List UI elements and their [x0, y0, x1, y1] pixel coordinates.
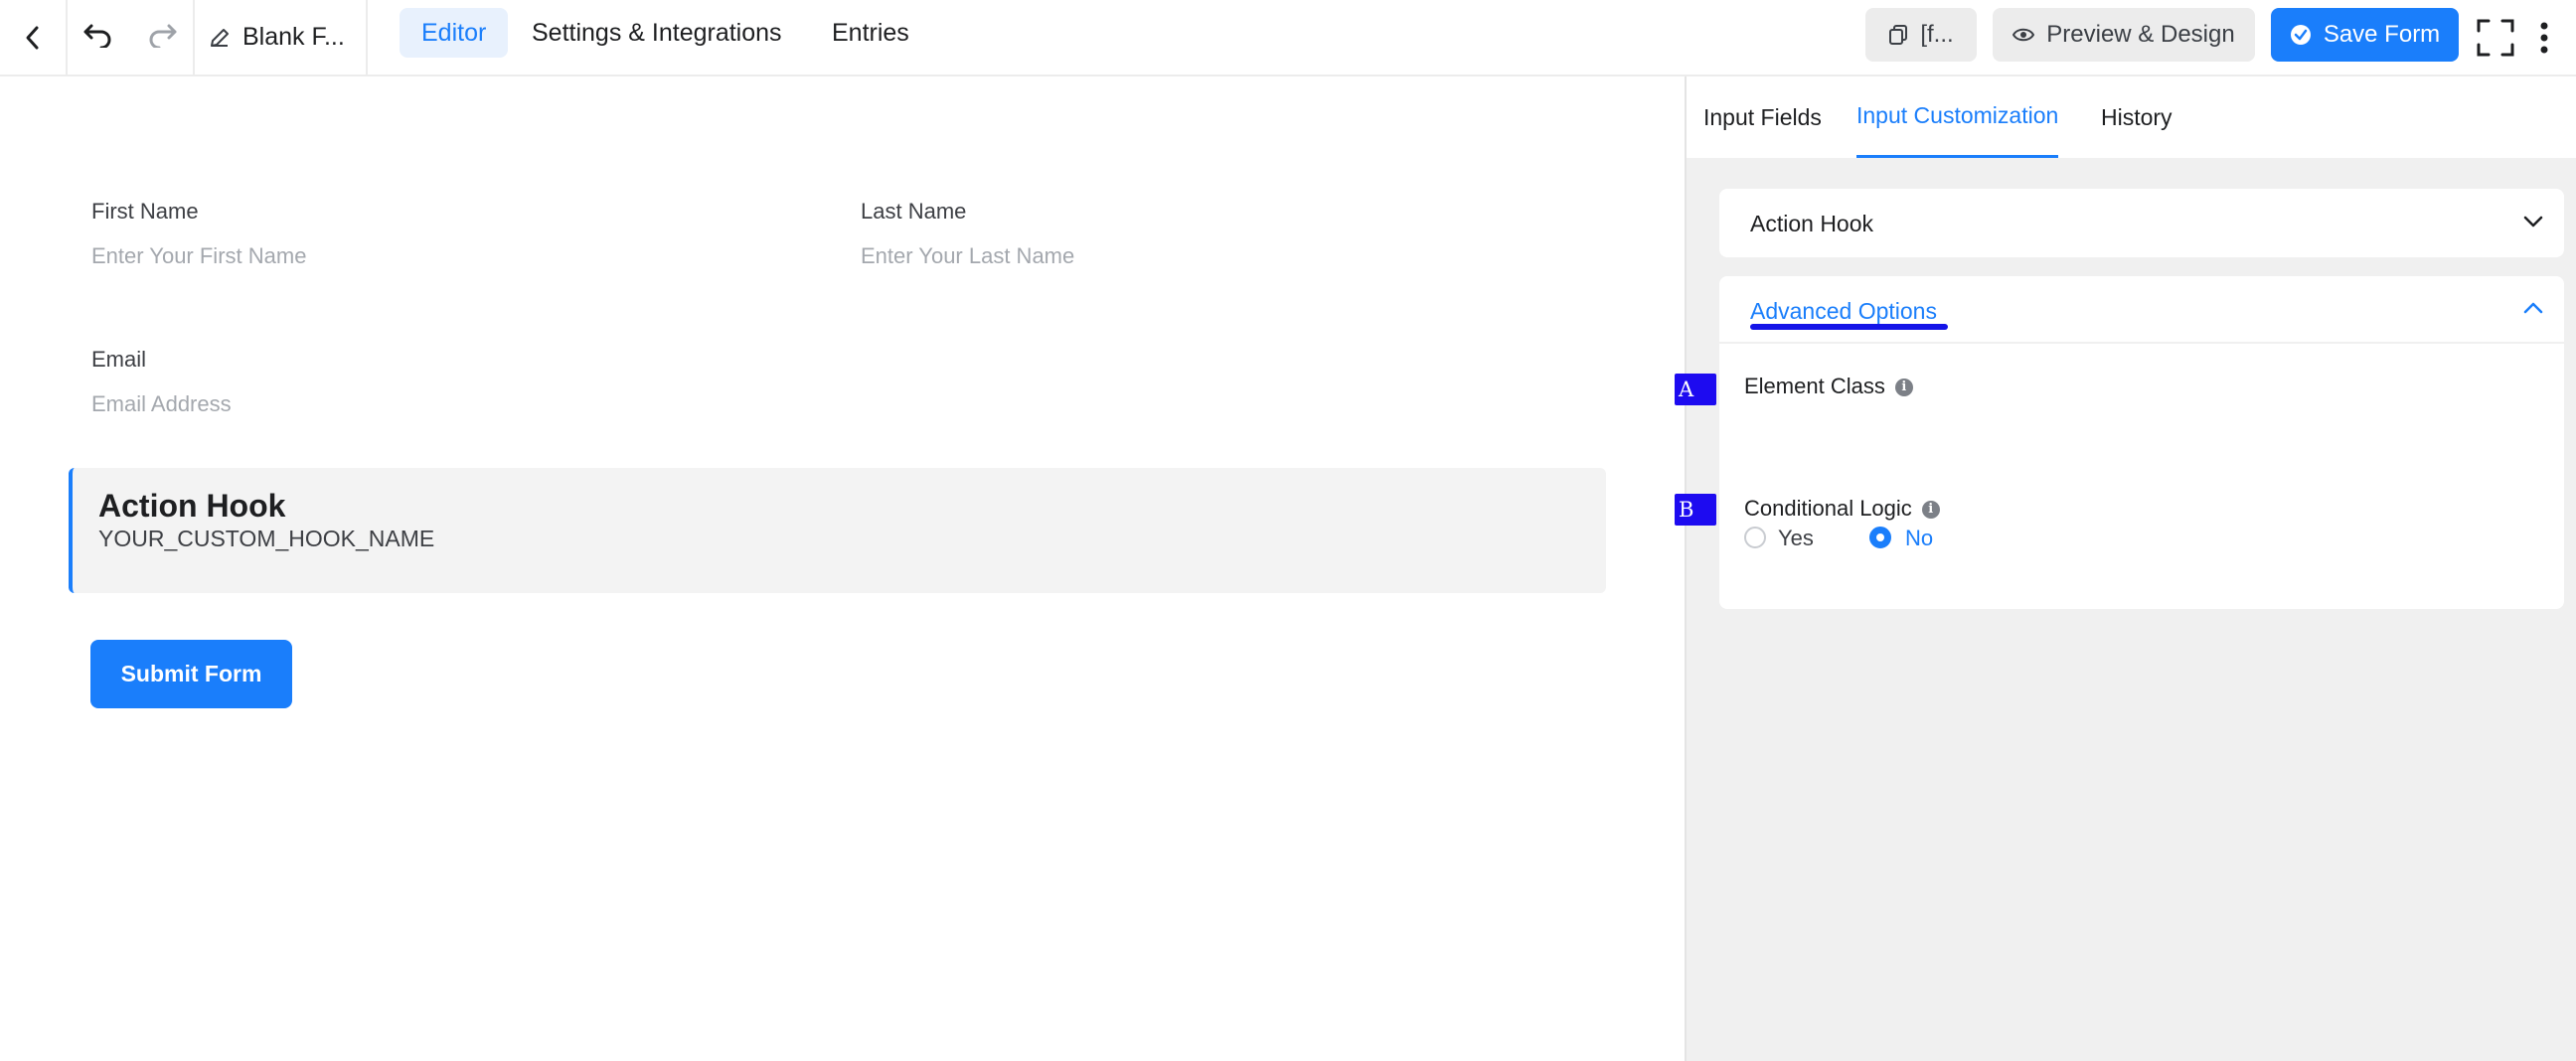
submit-form-button[interactable]: Submit Form [90, 640, 292, 708]
more-options-button[interactable] [2532, 0, 2556, 75]
preview-design-button[interactable]: Preview & Design [1993, 8, 2255, 62]
action-hook-title: Action Hook [98, 488, 286, 524]
highlight-underline [1750, 324, 1948, 330]
save-form-label: Save Form [2323, 21, 2441, 48]
action-hook-section-title: Action Hook [1750, 211, 1874, 236]
radio-yes[interactable] [1744, 527, 1766, 548]
redo-button[interactable] [148, 22, 178, 53]
element-class-row: Element Class i [1744, 374, 1913, 399]
fullscreen-button[interactable] [2473, 0, 2518, 75]
info-icon[interactable]: i [1894, 379, 1913, 397]
conditional-logic-label: Conditional Logic [1744, 496, 1912, 521]
action-hook-name: YOUR_CUSTOM_HOOK_NAME [98, 526, 435, 551]
tab-settings-integrations[interactable]: Settings & Integrations [510, 8, 804, 58]
save-form-button[interactable]: Save Form [2271, 8, 2459, 62]
panel-tabs: Input Fields Input Customization History [1687, 76, 2576, 158]
chevron-left-icon [26, 26, 39, 49]
action-hook-field[interactable]: Action Hook YOUR_CUSTOM_HOOK_NAME [69, 468, 1606, 593]
shortcode-button[interactable]: [f... [1865, 8, 1977, 62]
email-input[interactable]: Email Address [91, 391, 232, 417]
element-class-label: Element Class [1744, 374, 1885, 398]
advanced-options-title: Advanced Options [1750, 298, 1937, 324]
pencil-icon [211, 28, 229, 47]
info-icon[interactable]: i [1921, 501, 1940, 520]
undo-icon [83, 24, 111, 50]
redo-icon [149, 24, 177, 50]
undo-redo-group [68, 0, 193, 75]
tab-input-customization[interactable]: Input Customization [1856, 76, 2059, 158]
check-circle-icon [2290, 25, 2311, 45]
radio-no-label[interactable]: No [1905, 526, 1933, 551]
advanced-options-header[interactable]: Advanced Options [1719, 276, 2564, 344]
tab-input-fields[interactable]: Input Fields [1703, 76, 1822, 158]
email-label: Email [91, 347, 147, 372]
eye-icon [2012, 28, 2035, 42]
annotation-marker-a: A [1675, 374, 1716, 405]
tab-history[interactable]: History [2101, 76, 2173, 158]
tab-editor[interactable]: Editor [400, 8, 509, 58]
last-name-input[interactable]: Enter Your Last Name [861, 243, 1074, 269]
action-hook-section[interactable]: Action Hook [1719, 189, 2564, 257]
first-name-label: First Name [91, 199, 199, 224]
preview-design-label: Preview & Design [2046, 21, 2235, 48]
copy-icon [1889, 25, 1908, 45]
undo-button[interactable] [82, 22, 112, 53]
shortcode-label: [f... [1920, 21, 1954, 48]
chevron-up-icon [2523, 302, 2543, 314]
settings-panel: Input Fields Input Customization History… [1685, 76, 2576, 1061]
more-vertical-icon [2540, 22, 2548, 53]
form-title-text: Blank F... [242, 23, 345, 51]
top-toolbar: Blank F... Editor Settings & Integration… [0, 0, 2576, 76]
annotation-marker-b: B [1675, 494, 1716, 526]
tab-entries[interactable]: Entries [810, 8, 931, 58]
radio-no[interactable] [1869, 527, 1891, 548]
form-title[interactable]: Blank F... [209, 0, 345, 75]
conditional-logic-row: Conditional Logic i [1744, 496, 1940, 522]
back-button[interactable] [0, 0, 66, 75]
fullscreen-icon [2477, 19, 2514, 56]
chevron-down-icon [2523, 216, 2543, 227]
radio-yes-label[interactable]: Yes [1778, 526, 1814, 551]
last-name-label: Last Name [861, 199, 967, 224]
first-name-input[interactable]: Enter Your First Name [91, 243, 306, 269]
